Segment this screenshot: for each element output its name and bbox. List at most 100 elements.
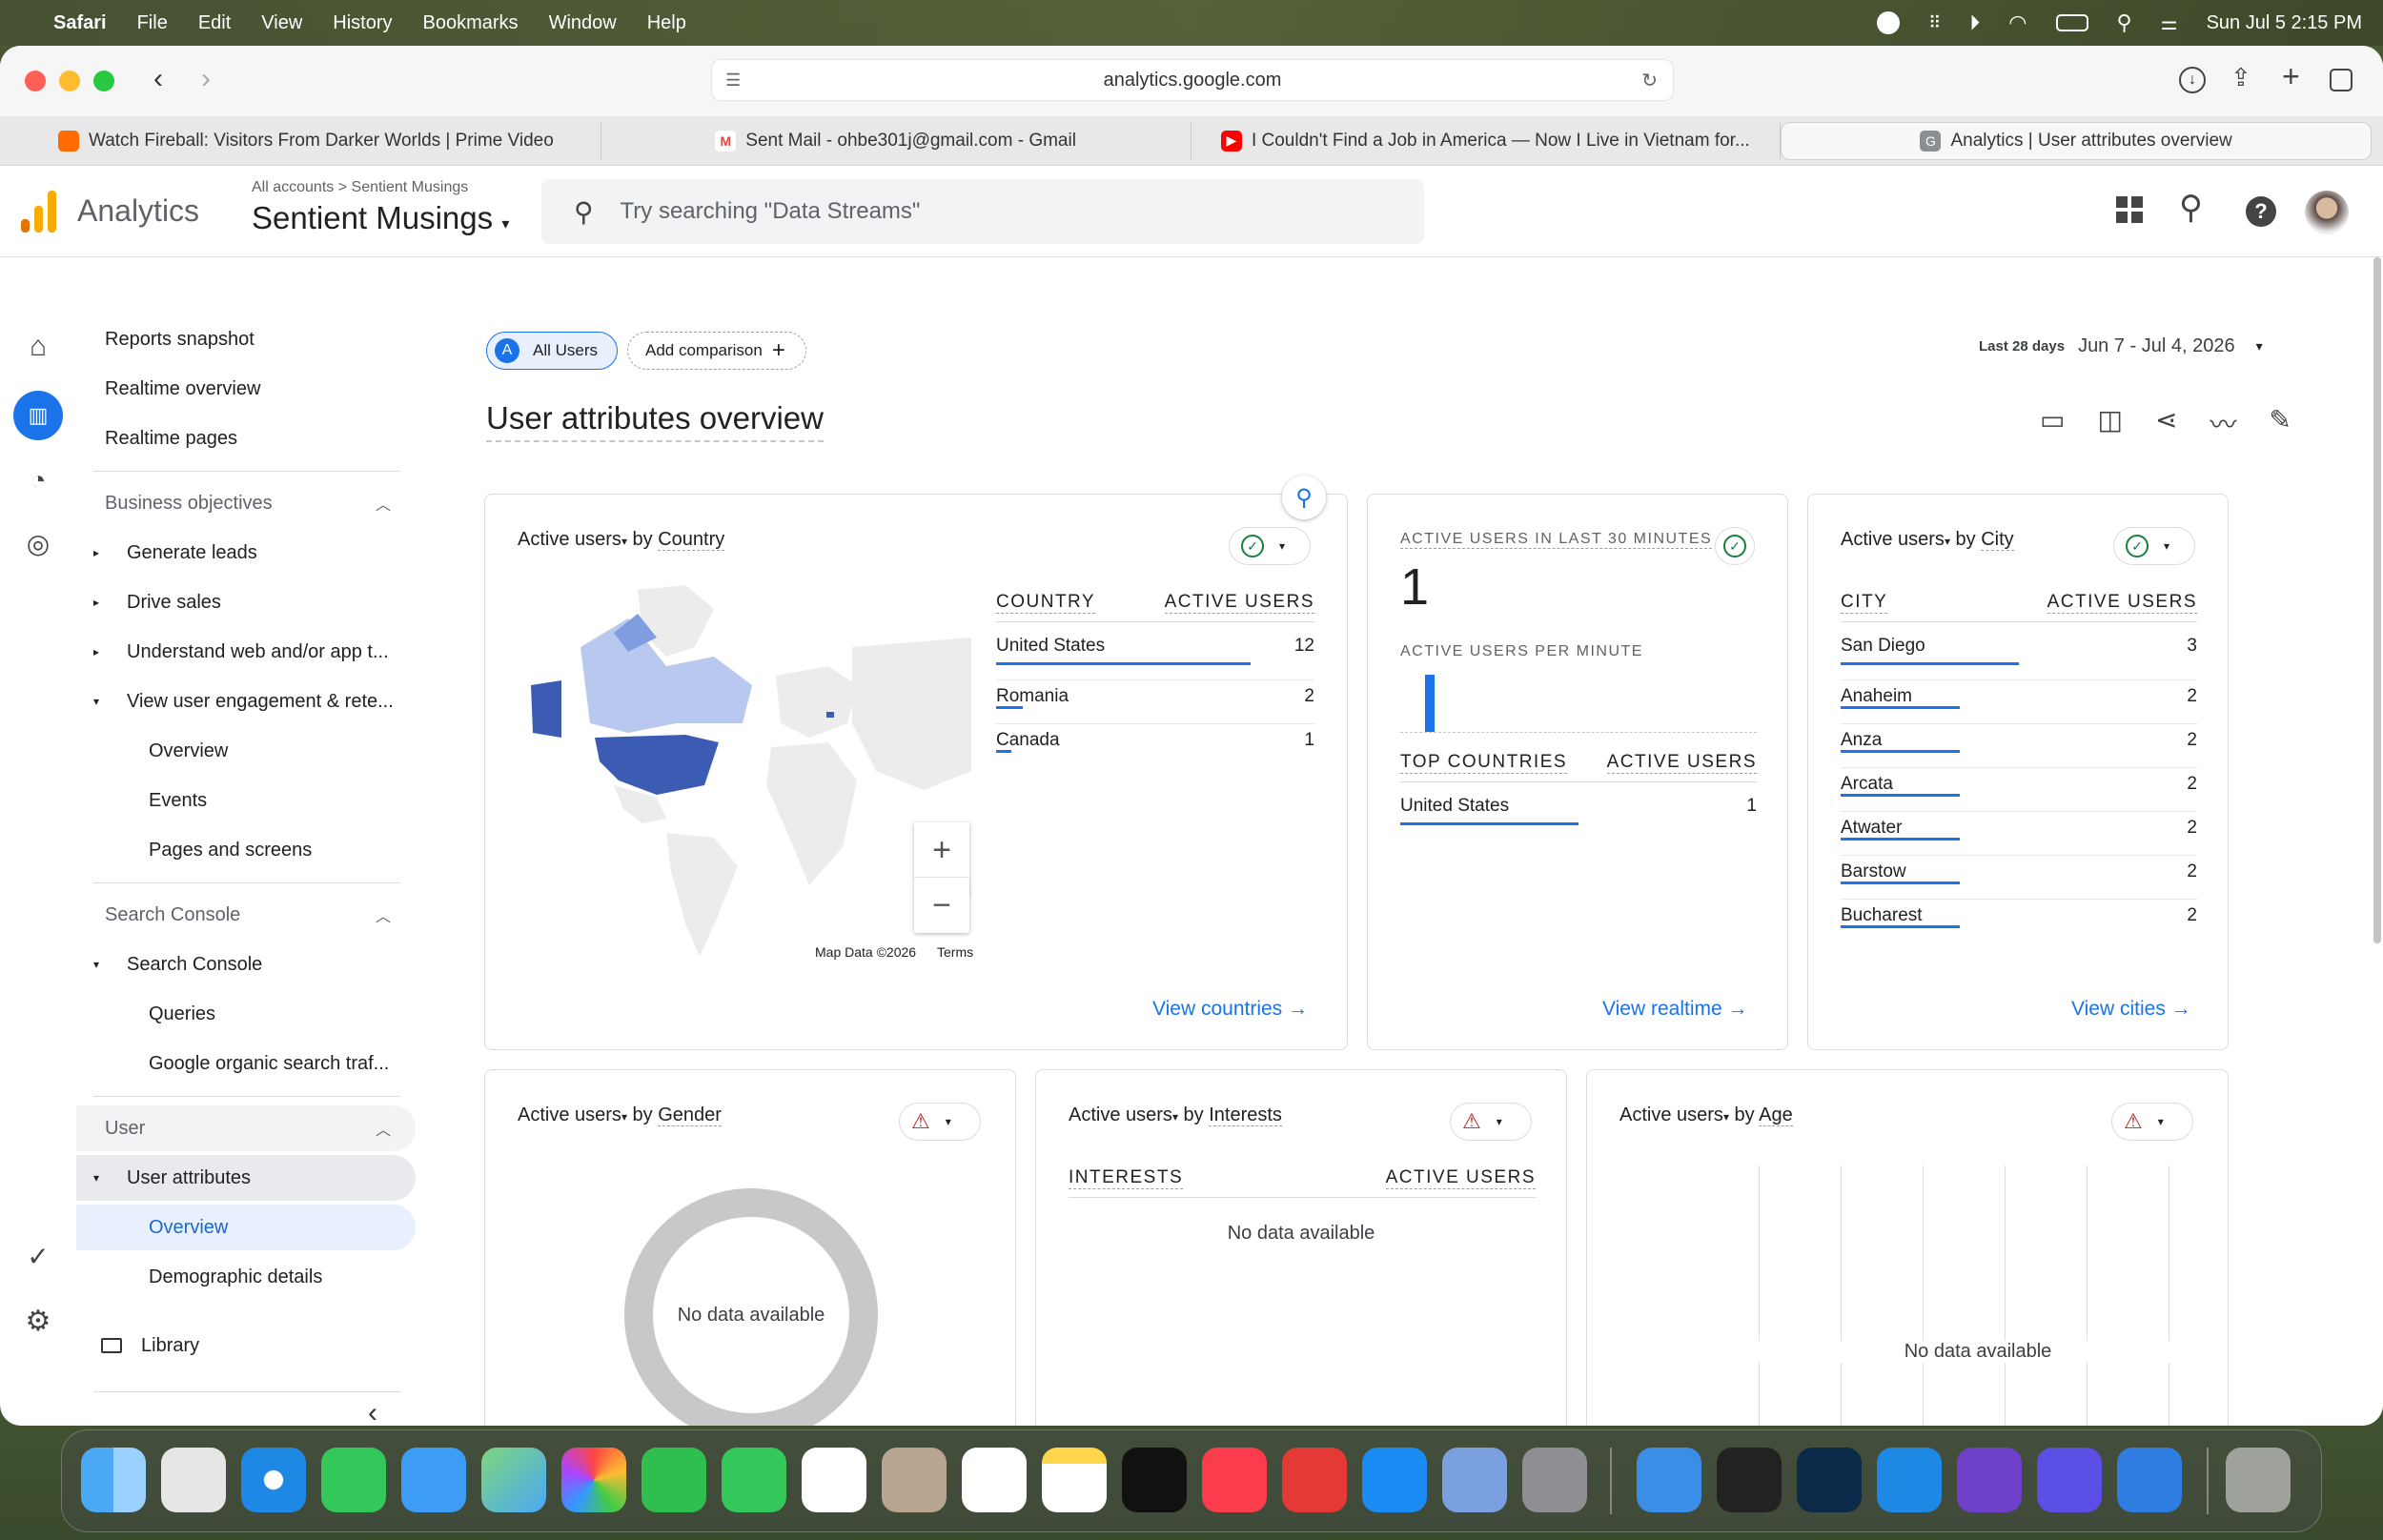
share-report-icon[interactable]: ⋖: [2155, 404, 2177, 442]
view-cities-link[interactable]: View cities →: [2071, 998, 2191, 1021]
table-row[interactable]: Romania 2: [996, 679, 1314, 707]
back-button[interactable]: ‹: [139, 63, 177, 97]
table-row[interactable]: San Diego 3: [1841, 636, 2197, 657]
close-window-button[interactable]: [25, 71, 46, 91]
messages-icon[interactable]: [321, 1448, 386, 1512]
analytics-logo-icon[interactable]: [21, 190, 56, 233]
nav-drive-sales[interactable]: ▸ Drive sales: [76, 579, 416, 625]
grid-dots-icon[interactable]: ⠿: [1928, 13, 1941, 33]
menu-window[interactable]: Window: [549, 12, 617, 34]
view-realtime-link[interactable]: View realtime →: [1602, 998, 1748, 1021]
table-row[interactable]: United States 1: [1400, 796, 1757, 817]
nav-events[interactable]: Events: [76, 778, 416, 823]
nav-section-search-console[interactable]: Search Console ︿: [76, 892, 416, 938]
search-bar[interactable]: ⚲ Try searching "Data Streams": [541, 179, 1424, 244]
calendar-icon[interactable]: [802, 1448, 866, 1512]
search-insights-icon[interactable]: ⚲: [2179, 189, 2203, 227]
page-scrollbar[interactable]: [2373, 257, 2381, 943]
nav-engagement-overview[interactable]: Overview: [76, 728, 416, 774]
wifi-icon[interactable]: ◠: [2008, 10, 2027, 35]
tab-prime-video[interactable]: Watch Fireball: Visitors From Darker Wor…: [11, 121, 601, 160]
metric-selector[interactable]: Active users: [1619, 1104, 1723, 1125]
dimension-selector[interactable]: Gender: [658, 1104, 722, 1126]
table-row[interactable]: Barstow 2: [1841, 855, 2197, 882]
metric-selector[interactable]: Active users: [518, 529, 621, 550]
finder-icon[interactable]: [81, 1448, 146, 1512]
photos-icon[interactable]: [561, 1448, 626, 1512]
nav-reports-snapshot[interactable]: Reports snapshot: [76, 316, 416, 362]
trash-icon[interactable]: [2226, 1448, 2291, 1512]
menu-help[interactable]: Help: [647, 12, 686, 34]
add-comparison-button[interactable]: Add comparison +: [627, 332, 806, 370]
apple-tv-icon[interactable]: [1122, 1448, 1187, 1512]
per-minute-chart[interactable]: [1400, 675, 1757, 733]
data-quality-warning-button[interactable]: ⚠ ▾: [899, 1103, 981, 1141]
admin-gear-icon[interactable]: ⚙: [19, 1302, 57, 1340]
explore-icon[interactable]: ◔: [19, 461, 57, 499]
nav-section-business-objectives[interactable]: Business objectives ︿: [76, 480, 416, 526]
github-desktop-icon[interactable]: [1957, 1448, 2022, 1512]
quicktime-icon[interactable]: [1877, 1448, 1942, 1512]
iphone-mirroring-icon[interactable]: [1442, 1448, 1507, 1512]
status-circle-icon[interactable]: [1877, 11, 1901, 34]
forward-button[interactable]: ›: [187, 63, 225, 97]
nav-google-organic-search[interactable]: Google organic search traf...: [76, 1041, 416, 1086]
menu-view[interactable]: View: [261, 12, 302, 34]
minimize-window-button[interactable]: [59, 71, 80, 91]
rocket-app-icon[interactable]: [1282, 1448, 1347, 1512]
address-bar[interactable]: ☰ analytics.google.com ↻: [711, 59, 1674, 101]
table-row[interactable]: Atwater 2: [1841, 811, 2197, 839]
view-countries-link[interactable]: View countries →: [1152, 998, 1308, 1021]
tab-gmail[interactable]: M Sent Mail - ohbe301j@gmail.com - Gmail: [601, 121, 1192, 160]
data-quality-button[interactable]: ✓: [1715, 527, 1755, 565]
share-icon[interactable]: ⇪: [2230, 63, 2251, 92]
table-row[interactable]: Arcata 2: [1841, 767, 2197, 795]
dimension-selector[interactable]: Age: [1759, 1104, 1793, 1126]
nav-user-attributes[interactable]: ▾ User attributes: [76, 1155, 416, 1201]
grid-app-icon[interactable]: [1717, 1448, 1782, 1512]
tab-analytics[interactable]: G Analytics | User attributes overview: [1781, 121, 2372, 160]
table-row[interactable]: Bucharest 2: [1841, 899, 2197, 926]
control-center-icon[interactable]: ⚌: [2161, 11, 2178, 35]
home-icon[interactable]: ⌂: [19, 328, 57, 366]
data-quality-button[interactable]: ✓ ▾: [2113, 527, 2195, 565]
zoom-in-button[interactable]: +: [914, 822, 969, 878]
menu-app-name[interactable]: Safari: [53, 12, 107, 34]
advertising-icon[interactable]: ◎: [19, 524, 57, 562]
compare-columns-icon[interactable]: ◫: [2097, 404, 2122, 442]
spotlight-search-icon[interactable]: ⚲: [2117, 10, 2132, 35]
nav-library[interactable]: Library: [76, 1323, 416, 1368]
menu-file[interactable]: File: [137, 12, 168, 34]
notes-icon[interactable]: [1042, 1448, 1107, 1512]
play-circle-icon[interactable]: ⏵: [1969, 10, 1980, 35]
nav-search-console[interactable]: ▾ Search Console: [76, 942, 416, 987]
nav-generate-leads[interactable]: ▸ Generate leads: [76, 530, 416, 576]
product-name[interactable]: Analytics: [77, 193, 199, 229]
nav-section-user[interactable]: User ︿: [76, 1105, 416, 1151]
speedometer-app-icon[interactable]: [1797, 1448, 1862, 1512]
data-quality-warning-button[interactable]: ⚠ ▾: [1450, 1103, 1532, 1141]
tab-overview-icon[interactable]: [2330, 69, 2352, 91]
reports-icon[interactable]: ▥: [13, 391, 63, 440]
metric-selector[interactable]: Active users: [1069, 1104, 1172, 1125]
nav-pages-and-screens[interactable]: Pages and screens: [76, 827, 416, 873]
nav-user-attributes-overview[interactable]: Overview: [76, 1205, 416, 1250]
nav-realtime-overview[interactable]: Realtime overview: [76, 366, 416, 412]
launchpad-icon[interactable]: [161, 1448, 226, 1512]
data-quality-button[interactable]: ✓ ▾: [1229, 527, 1311, 565]
phone-icon[interactable]: [722, 1448, 786, 1512]
customize-report-icon[interactable]: ✎: [2269, 404, 2291, 442]
menu-history[interactable]: History: [333, 12, 392, 34]
help-icon[interactable]: ?: [2246, 196, 2276, 227]
safari-icon[interactable]: [241, 1448, 306, 1512]
dimension-selector[interactable]: Country: [658, 529, 725, 551]
nav-demographic-details[interactable]: Demographic details: [76, 1254, 416, 1300]
menu-edit[interactable]: Edit: [198, 12, 231, 34]
data-quality-warning-button[interactable]: ⚠ ▾: [2111, 1103, 2193, 1141]
nav-understand-web[interactable]: ▸ Understand web and/or app t...: [76, 629, 416, 675]
apps-grid-icon[interactable]: [2116, 196, 2143, 223]
menu-bookmarks[interactable]: Bookmarks: [423, 12, 519, 34]
menu-datetime[interactable]: Sun Jul 5 2:15 PM: [2207, 12, 2362, 34]
maps-icon[interactable]: [481, 1448, 546, 1512]
edit-comparisons-icon[interactable]: ▭: [2040, 404, 2065, 442]
